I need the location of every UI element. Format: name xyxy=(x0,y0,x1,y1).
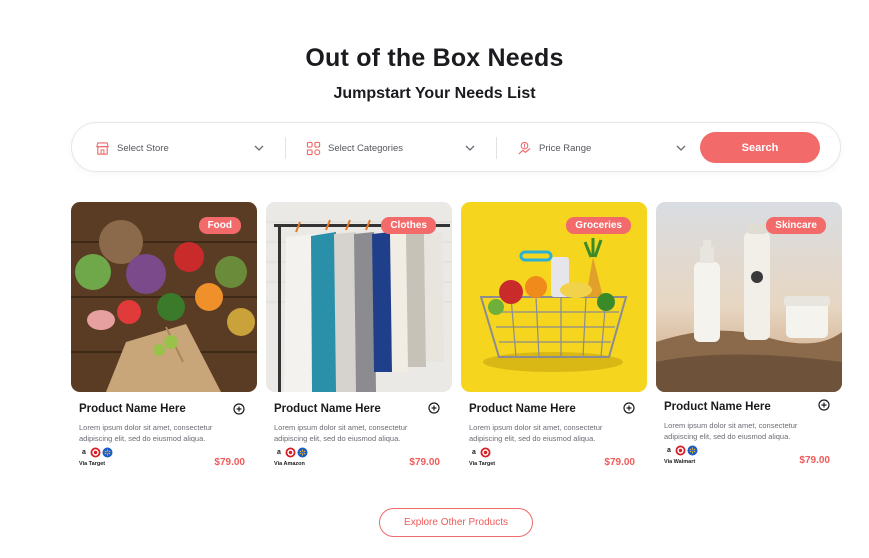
amazon-logo-icon: a xyxy=(82,449,86,456)
product-description: Lorem ipsum dolor sit amet, consectetur … xyxy=(274,423,408,443)
product-price: $79.00 xyxy=(214,457,245,468)
store-via-label: Via Amazon xyxy=(274,461,305,467)
categories-select-label: Select Categories xyxy=(328,142,403,154)
category-tag: Skincare xyxy=(766,217,826,234)
filter-divider xyxy=(496,137,497,159)
product-image-groceries: Groceries xyxy=(461,202,647,392)
product-name: Product Name Here xyxy=(664,401,771,413)
store-via-label: Via Walmart xyxy=(664,459,696,465)
search-bar: Select Store Select Categories Price Ran… xyxy=(71,122,841,172)
product-image-food: Food xyxy=(71,202,257,392)
product-card[interactable]: Food Product Name Here Lorem ipsum dolor… xyxy=(71,202,257,468)
store-via-label: Via Target xyxy=(79,461,106,467)
add-circle-icon[interactable] xyxy=(233,403,245,415)
amazon-logo-icon: a xyxy=(472,449,476,456)
store-select-label: Select Store xyxy=(117,142,169,154)
categories-grid-icon xyxy=(305,140,321,156)
explore-products-button[interactable]: Explore Other Products xyxy=(379,508,533,537)
walmart-logo-icon xyxy=(102,447,113,458)
add-circle-icon[interactable] xyxy=(818,399,830,411)
price-tag-icon xyxy=(516,140,532,156)
amazon-logo-icon: a xyxy=(667,447,671,454)
target-logo-icon xyxy=(285,447,296,458)
product-price: $79.00 xyxy=(604,457,635,468)
product-image-skincare: Skincare xyxy=(656,202,842,392)
search-button[interactable]: Search xyxy=(700,132,820,163)
product-name: Product Name Here xyxy=(79,403,186,415)
filter-divider xyxy=(285,137,286,159)
amazon-logo-icon: a xyxy=(277,449,281,456)
product-card[interactable]: Skincare Product Name Here Lorem ipsum d… xyxy=(656,202,842,466)
category-tag: Food xyxy=(198,217,241,234)
product-price: $79.00 xyxy=(409,457,440,468)
page-subtitle: Jumpstart Your Needs List xyxy=(333,85,536,102)
price-range-select[interactable]: Price Range xyxy=(516,123,688,173)
target-logo-icon xyxy=(675,445,686,456)
product-description: Lorem ipsum dolor sit amet, consectetur … xyxy=(664,421,798,441)
category-tag: Clothes xyxy=(381,217,436,234)
product-price: $79.00 xyxy=(799,455,830,466)
product-card[interactable]: Groceries Product Name Here Lorem ipsum … xyxy=(461,202,647,468)
store-select[interactable]: Select Store xyxy=(94,123,266,173)
store-logos: a xyxy=(664,445,698,456)
categories-select[interactable]: Select Categories xyxy=(305,123,477,173)
price-range-label: Price Range xyxy=(539,142,592,154)
product-name: Product Name Here xyxy=(469,403,576,415)
chevron-down-icon xyxy=(254,145,264,151)
store-via-label: Via Target xyxy=(469,461,496,467)
page-title: Out of the Box Needs xyxy=(305,44,564,72)
add-circle-icon[interactable] xyxy=(623,402,635,414)
product-image-clothes: Clothes xyxy=(266,202,452,392)
store-logos: a xyxy=(79,447,113,458)
product-description: Lorem ipsum dolor sit amet, consectetur … xyxy=(469,423,603,443)
category-tag: Groceries xyxy=(566,217,631,234)
target-logo-icon xyxy=(480,447,491,458)
chevron-down-icon xyxy=(676,145,686,151)
store-icon xyxy=(94,140,110,156)
chevron-down-icon xyxy=(465,145,475,151)
product-name: Product Name Here xyxy=(274,403,381,415)
store-logos: a xyxy=(274,447,308,458)
target-logo-icon xyxy=(90,447,101,458)
walmart-logo-icon xyxy=(687,445,698,456)
product-description: Lorem ipsum dolor sit amet, consectetur … xyxy=(79,423,213,443)
store-logos: a xyxy=(469,447,491,458)
walmart-logo-icon xyxy=(297,447,308,458)
add-circle-icon[interactable] xyxy=(428,402,440,414)
product-card[interactable]: Clothes Product Name Here Lorem ipsum do… xyxy=(266,202,452,468)
